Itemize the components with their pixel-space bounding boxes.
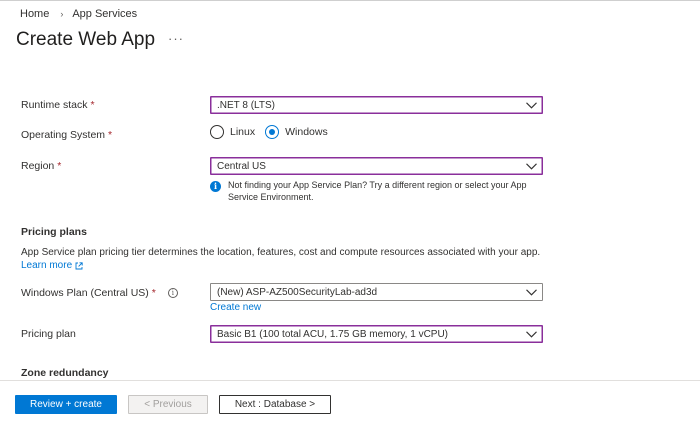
chevron-down-icon [520, 326, 542, 342]
os-radio-linux[interactable]: Linux [210, 125, 255, 139]
runtime-stack-label: Runtime stack * [21, 99, 95, 111]
operating-system-label: Operating System * [21, 129, 113, 141]
learn-more-link[interactable]: Learn more [21, 260, 83, 271]
operating-system-radio-group: Linux Windows [210, 125, 338, 139]
page-title: Create Web App [16, 29, 156, 50]
windows-plan-value: (New) ASP-AZ500SecurityLab-ad3d [217, 286, 378, 298]
region-info-line-1: Not finding your App Service Plan? Try a… [228, 180, 527, 190]
breadcrumb-separator-icon: › [60, 9, 64, 19]
windows-plan-dropdown[interactable]: (New) ASP-AZ500SecurityLab-ad3d [210, 283, 543, 301]
breadcrumb-home[interactable]: Home [20, 8, 49, 20]
runtime-stack-value: .NET 8 (LTS) [217, 99, 275, 111]
top-border [0, 0, 700, 1]
next-database-button[interactable]: Next : Database > [219, 395, 331, 414]
os-windows-label: Windows [285, 126, 328, 138]
chevron-down-icon [520, 284, 542, 300]
previous-button[interactable]: < Previous [128, 395, 208, 414]
info-icon: i [210, 181, 221, 192]
region-info-message: i Not finding your App Service Plan? Try… [210, 180, 550, 203]
pricing-plan-dropdown[interactable]: Basic B1 (100 total ACU, 1.75 GB memory,… [210, 325, 543, 343]
create-web-app-page: Home › App Services Create Web App ··· R… [0, 0, 700, 422]
create-new-link[interactable]: Create new [210, 302, 261, 313]
info-circle-icon[interactable]: i [167, 288, 178, 299]
region-value: Central US [217, 160, 266, 172]
footer-divider [0, 380, 700, 381]
region-info-line-2: Service Environment. [228, 191, 314, 202]
runtime-stack-dropdown[interactable]: .NET 8 (LTS) [210, 96, 543, 114]
pricing-plans-description: App Service plan pricing tier determines… [21, 247, 541, 258]
chevron-down-icon [520, 158, 542, 174]
windows-plan-label: Windows Plan (Central US) * i [21, 287, 178, 299]
pricing-plan-value: Basic B1 (100 total ACU, 1.75 GB memory,… [217, 328, 449, 340]
radio-unchecked-icon [210, 125, 224, 139]
os-linux-label: Linux [230, 126, 256, 138]
review-create-button[interactable]: Review + create [15, 395, 117, 414]
breadcrumb: Home › App Services [20, 8, 137, 20]
external-link-icon [75, 261, 83, 269]
more-options-button[interactable]: ··· [168, 31, 184, 46]
chevron-down-icon [520, 97, 542, 113]
breadcrumb-app-services[interactable]: App Services [72, 8, 137, 20]
zone-redundancy-heading: Zone redundancy [21, 367, 109, 379]
pricing-plans-heading: Pricing plans [21, 226, 87, 238]
region-label: Region * [21, 160, 62, 172]
region-dropdown[interactable]: Central US [210, 157, 543, 175]
pricing-plan-label: Pricing plan [21, 328, 76, 340]
radio-checked-icon [265, 125, 280, 139]
os-radio-windows[interactable]: Windows [265, 125, 328, 139]
